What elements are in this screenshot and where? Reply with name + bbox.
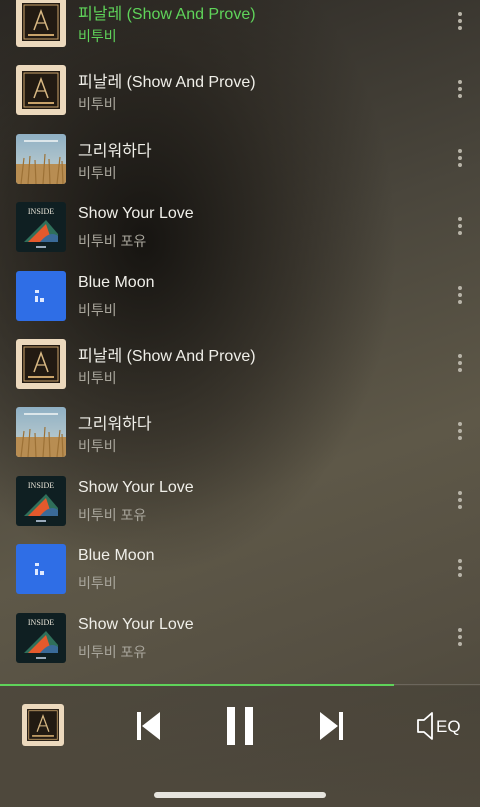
eq-label: EQ	[436, 717, 461, 736]
skip-previous-icon	[137, 712, 160, 740]
track-title: Blue Moon	[78, 547, 155, 565]
album-art	[16, 270, 66, 321]
album-art	[16, 407, 66, 458]
more-options-icon[interactable]	[450, 145, 470, 171]
album-art: INSIDE	[16, 475, 66, 526]
mini-player: EQ	[0, 686, 480, 807]
track-artist: 비투비	[78, 164, 117, 181]
now-playing-album-art[interactable]	[22, 704, 64, 746]
playlist-item[interactable]: 피날레 (Show And Prove) 비투비	[0, 0, 480, 65]
next-button[interactable]	[317, 706, 347, 746]
more-options-icon[interactable]	[450, 76, 470, 102]
track-title: Blue Moon	[78, 273, 155, 291]
more-options-icon[interactable]	[450, 555, 470, 581]
playlist-item[interactable]: 그리워하다비투비	[0, 133, 480, 202]
track-artist: 비투비 포유	[78, 643, 147, 660]
track-title: 피날레 (Show And Prove)	[78, 348, 256, 365]
track-artist: 비투비	[78, 438, 117, 455]
track-title: 피날레 (Show And Prove)	[78, 74, 256, 92]
pause-button[interactable]	[222, 706, 258, 746]
track-artist: 비투비 포유	[78, 233, 147, 250]
skip-next-icon	[320, 712, 343, 740]
album-art	[16, 133, 66, 184]
more-options-icon[interactable]	[450, 624, 470, 650]
previous-button[interactable]	[133, 706, 163, 746]
playlist-item[interactable]: INSIDE Show Your Love 비투비 포유	[0, 202, 480, 270]
track-artist: 비투비	[78, 28, 117, 44]
svg-text:INSIDE: INSIDE	[28, 481, 54, 490]
playlist-item[interactable]: INSIDE Show Your Love 비투비 포유	[0, 612, 480, 681]
album-art	[16, 339, 66, 389]
more-options-icon[interactable]	[450, 213, 470, 239]
track-title: 피날레 (Show And Prove)	[78, 6, 256, 23]
track-title: 그리워하다	[78, 142, 152, 160]
speaker-icon	[417, 712, 433, 740]
track-artist: 비투비	[78, 370, 117, 386]
album-art	[16, 0, 66, 47]
svg-text:INSIDE: INSIDE	[28, 618, 54, 627]
more-options-icon[interactable]	[450, 487, 470, 513]
track-artist: 비투비	[78, 575, 117, 592]
track-artist: 비투비 포유	[78, 506, 147, 523]
more-options-icon[interactable]	[450, 418, 470, 444]
playlist-item[interactable]: Blue Moon 비투비	[0, 544, 480, 612]
pause-icon	[227, 707, 253, 745]
playlist-item[interactable]: 그리워하다비투비	[0, 407, 480, 475]
track-title: Show Your Love	[78, 615, 194, 633]
more-options-icon[interactable]	[450, 350, 470, 376]
album-art	[16, 544, 66, 595]
track-artist: 비투비	[78, 96, 117, 113]
track-title: 그리워하다	[78, 416, 152, 434]
equalizer-button[interactable]: EQ	[414, 706, 464, 746]
more-options-icon[interactable]	[450, 282, 470, 308]
track-artist: 비투비	[78, 301, 117, 318]
album-art	[16, 65, 66, 116]
playlist-item[interactable]: Blue Moon 비투비	[0, 270, 480, 339]
svg-text:INSIDE: INSIDE	[28, 207, 54, 216]
track-title: Show Your Love	[78, 205, 194, 223]
album-art: INSIDE	[16, 202, 66, 253]
home-indicator	[154, 792, 326, 798]
playlist-item[interactable]: INSIDE Show Your Love 비투비 포유	[0, 475, 480, 544]
playlist-item[interactable]: 피날레 (Show And Prove) 비투비	[0, 65, 480, 133]
album-art: INSIDE	[16, 612, 66, 663]
track-title: Show Your Love	[78, 478, 194, 496]
playlist: 피날레 (Show And Prove) 비투비 피날레 (Show And Pro…	[0, 0, 480, 686]
more-options-icon[interactable]	[450, 8, 470, 34]
playlist-item[interactable]: 피날레 (Show And Prove) 비투비	[0, 339, 480, 407]
